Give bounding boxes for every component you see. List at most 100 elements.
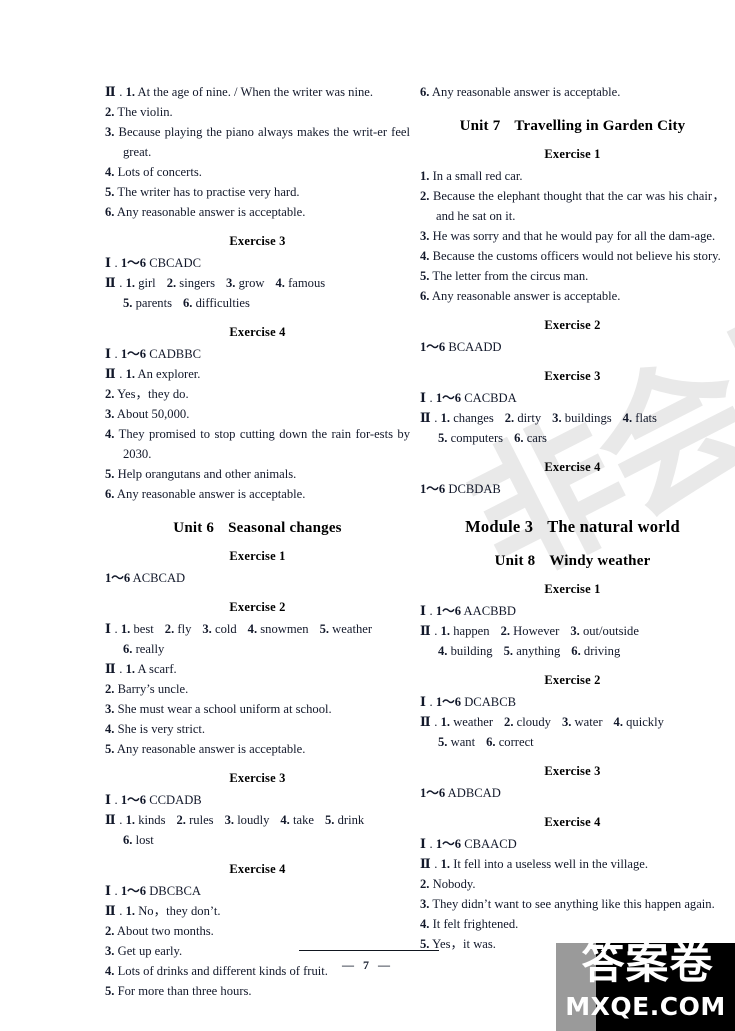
item-number: 5.: [324, 813, 335, 827]
answer-line: 6. lost: [105, 830, 410, 850]
question-range: 1～6: [120, 347, 147, 361]
question-range: 1～6: [420, 786, 446, 800]
question-range: 1～6: [420, 482, 446, 496]
item-text: It felt frightened.: [432, 917, 519, 931]
roman-numeral: Ⅱ: [420, 623, 432, 638]
item-text: An explorer.: [137, 367, 201, 381]
item-number: 1.: [125, 367, 136, 381]
item-text: computers: [450, 431, 504, 445]
answer-line: 4. building 5. anything 6. driving: [420, 641, 725, 661]
roman-numeral: Ⅱ: [105, 903, 117, 918]
answer-line: 3. About 50,000.: [105, 404, 410, 424]
item-number: 2.: [504, 715, 514, 729]
item-text: difficulties: [195, 296, 250, 310]
item-text: changes: [453, 411, 494, 425]
exercise-heading: Exercise 1: [229, 549, 286, 563]
item-number: 1.: [125, 904, 136, 918]
unit-label: Unit 6: [173, 520, 215, 536]
item-number: 2.: [500, 624, 511, 638]
item-number: 2.: [105, 387, 115, 401]
answer-string: BCAADD: [448, 340, 502, 354]
module-heading: Module 3 The natural world: [420, 517, 725, 537]
question-range: 1～6: [120, 884, 147, 898]
answer-string: CACBDA: [464, 391, 517, 405]
item-number: 5.: [105, 742, 115, 756]
unit-title: Seasonal changes: [228, 520, 342, 536]
item-text: building: [450, 644, 493, 658]
answer-string: CBCADC: [149, 256, 201, 270]
question-range: 1～6: [435, 604, 462, 618]
answer-line: 4. She is very strict.: [105, 719, 410, 739]
item-number: 3.: [105, 407, 115, 421]
answer-line: 5. For more than three hours.: [105, 981, 410, 1001]
exercise-heading: Exercise 2: [544, 673, 601, 687]
exercise-heading: Exercise 4: [544, 815, 601, 829]
answer-line: Ⅱ . 1. changes 2. dirty 3. buildings 4. fla…: [420, 410, 657, 425]
item-number: 4.: [105, 427, 115, 441]
unit-title: Travelling in Garden City: [514, 118, 686, 134]
item-text: fly: [177, 622, 192, 636]
logo-chinese-text: 答案卷: [581, 943, 714, 989]
item-number: 5.: [105, 984, 115, 998]
question-range: 1～6: [120, 793, 147, 807]
item-number: 4.: [622, 411, 633, 425]
item-number: 3.: [552, 411, 562, 425]
answer-line: Ⅱ . 1. It fell into a useless well in th…: [420, 856, 648, 871]
answer-line: Ⅱ . 1. girl 2. singers 3. grow 4. famous: [105, 275, 326, 290]
answer-string: CADBBC: [149, 347, 201, 361]
item-number: 1.: [440, 624, 451, 638]
item-number: 5.: [438, 735, 448, 749]
item-number: 1.: [440, 411, 451, 425]
item-number: 4.: [280, 813, 290, 827]
item-text: They didn’t want to see anything like th…: [432, 897, 715, 911]
item-number: 1.: [125, 813, 136, 827]
question-range: 1～6: [420, 340, 446, 354]
item-text: anything: [516, 644, 561, 658]
item-number: 6.: [123, 642, 133, 656]
question-range: 1～6: [435, 837, 462, 851]
answer-line: 3. They didn’t want to see anything like…: [420, 894, 725, 914]
item-number: 6.: [571, 644, 581, 658]
item-number: 6.: [123, 833, 133, 847]
item-number: 3.: [225, 276, 236, 290]
item-number: 2.: [504, 411, 515, 425]
item-number: 6.: [105, 205, 115, 219]
item-number: 3.: [224, 813, 235, 827]
module-title: The natural world: [547, 517, 680, 536]
item-text: Barry’s uncle.: [117, 682, 189, 696]
item-number: 5.: [420, 937, 430, 951]
item-number: 1.: [125, 85, 136, 99]
answer-string: CCDADB: [149, 793, 202, 807]
item-text: However: [513, 624, 560, 638]
item-number: 2.: [420, 189, 430, 203]
unit-heading: Unit 8 Windy weather: [420, 553, 725, 570]
item-number: 4.: [105, 722, 115, 736]
answer-line: Ⅱ . 1. No，they don’t.: [105, 903, 221, 918]
item-text: quickly: [626, 715, 664, 729]
answer-line: 1～6 ADBCAD: [420, 783, 725, 803]
item-number: 4.: [438, 644, 448, 658]
exercise-heading: Exercise 4: [229, 325, 286, 339]
item-number: 3.: [570, 624, 580, 638]
question-range: 1～6: [105, 571, 131, 585]
item-text: grow: [238, 276, 265, 290]
answer-string: DCBDAB: [448, 482, 501, 496]
answer-line: 5. computers 6. cars: [420, 428, 725, 448]
answer-line: 1～6 ACBCAD: [105, 568, 410, 588]
item-text: The letter from the circus man.: [432, 269, 589, 283]
answer-line: 4. It felt frightened.: [420, 914, 725, 934]
exercise-heading: Exercise 1: [544, 147, 601, 161]
item-number: 5.: [105, 185, 115, 199]
answer-string: CBAACD: [464, 837, 517, 851]
item-number: 4.: [247, 622, 258, 636]
unit-label: Unit 7: [459, 118, 501, 134]
footer-divider: [299, 950, 439, 951]
item-text: She is very strict.: [117, 722, 206, 736]
item-text: out/outside: [582, 624, 639, 638]
answer-line: Ⅱ . 1. happen 2. However 3. out/outside: [420, 623, 639, 638]
answer-string: ADBCAD: [447, 786, 501, 800]
item-number: 5.: [105, 467, 115, 481]
item-text: snowmen: [260, 622, 309, 636]
item-number: 5.: [123, 296, 133, 310]
answer-line: 1. In a small red car.: [420, 166, 725, 186]
